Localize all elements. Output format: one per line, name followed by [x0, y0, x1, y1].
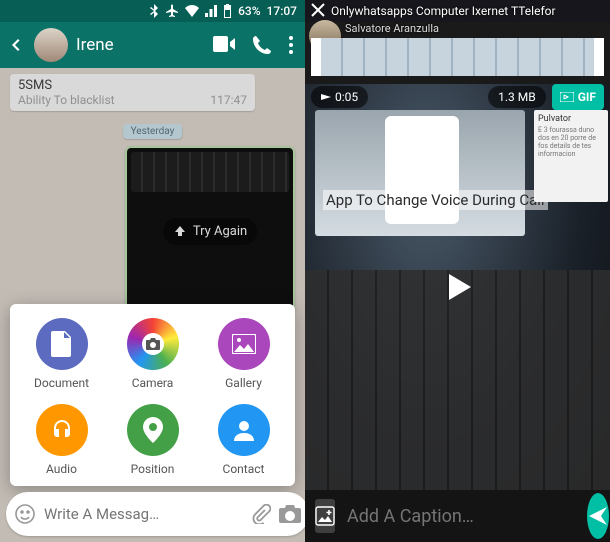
add-media-button[interactable]	[315, 499, 335, 533]
wifi-icon	[185, 5, 199, 17]
editor-subtitle: Salvatore Aranzulla	[345, 22, 439, 35]
attach-label: Position	[131, 462, 175, 476]
editor-breadcrumb: Onlywhatsapps Computer Ixernet TTelefor	[331, 4, 604, 18]
message-composer	[6, 492, 299, 536]
play-icon[interactable]	[436, 265, 480, 309]
attach-contact[interactable]: Contact	[198, 404, 289, 476]
preview-content	[315, 110, 525, 236]
trim-handle-right[interactable]	[594, 38, 604, 76]
send-button[interactable]	[587, 493, 609, 539]
attach-gallery[interactable]: Gallery	[198, 318, 289, 390]
video-trimmer[interactable]	[311, 38, 604, 76]
attach-document[interactable]: Document	[16, 318, 107, 390]
caption-input[interactable]	[347, 506, 575, 527]
attach-label: Gallery	[225, 376, 262, 390]
voice-call-icon[interactable]	[253, 36, 271, 54]
duration-value: 0:05	[335, 90, 358, 104]
attach-location[interactable]: Position	[107, 404, 198, 476]
video-call-icon[interactable]	[213, 36, 235, 54]
camera-icon[interactable]	[279, 505, 301, 523]
airplane-icon	[165, 4, 179, 18]
signal-icon	[205, 5, 217, 17]
attachment-sheet: Document Camera Gallery	[10, 304, 295, 486]
duration-pill: 0:05	[311, 86, 368, 108]
editor-info-row: 0:05 1.3 MB GIF	[311, 84, 604, 110]
avatar[interactable]	[34, 28, 68, 62]
composer-field[interactable]	[6, 492, 305, 536]
preview-side-card: Pulvator E 3 fourassa duno dos en 20 por…	[534, 110, 608, 202]
gif-toggle-button[interactable]: GIF	[552, 84, 604, 110]
android-status-bar: 63% 17:07	[0, 0, 305, 22]
emoji-icon[interactable]	[14, 503, 36, 525]
side-card-title: Pulvator	[538, 114, 604, 124]
chat-top-bar: Irene	[0, 22, 305, 68]
attach-camera[interactable]: Camera	[107, 318, 198, 390]
back-icon[interactable]	[6, 35, 26, 55]
editor-status-bar: Onlywhatsapps Computer Ixernet TTelefor	[305, 0, 610, 22]
trim-filmstrip[interactable]	[321, 38, 594, 76]
close-icon[interactable]	[311, 3, 325, 20]
video-editor-screen: App To Change Voice During Call Pulvator…	[305, 0, 610, 542]
attach-audio[interactable]: Audio	[16, 404, 107, 476]
trim-handle-left[interactable]	[311, 38, 321, 76]
attach-label: Audio	[46, 462, 77, 476]
attach-label: Document	[34, 376, 89, 390]
battery-icon	[223, 4, 232, 18]
attach-label: Camera	[132, 376, 174, 390]
battery-percent: 63%	[238, 4, 260, 18]
gif-label: GIF	[578, 90, 596, 104]
chat-body: 5SMS Ability To blacklist 117:47 Yesterd…	[0, 68, 305, 542]
video-preview[interactable]: App To Change Voice During Call Pulvator…	[305, 84, 610, 490]
attach-icon[interactable]	[251, 504, 271, 524]
chat-screen: 63% 17:07 Irene 5SMS Ability To blacklis…	[0, 0, 305, 542]
bluetooth-icon	[149, 4, 159, 18]
menu-icon[interactable]	[289, 36, 293, 54]
status-time: 17:07	[267, 4, 297, 18]
preview-overlay-text: App To Change Voice During Call	[323, 190, 548, 210]
message-input[interactable]	[44, 505, 243, 523]
filesize-pill: 1.3 MB	[488, 86, 546, 108]
contact-name[interactable]: Irene	[76, 35, 205, 55]
attach-label: Contact	[223, 462, 265, 476]
caption-bar	[305, 490, 610, 542]
